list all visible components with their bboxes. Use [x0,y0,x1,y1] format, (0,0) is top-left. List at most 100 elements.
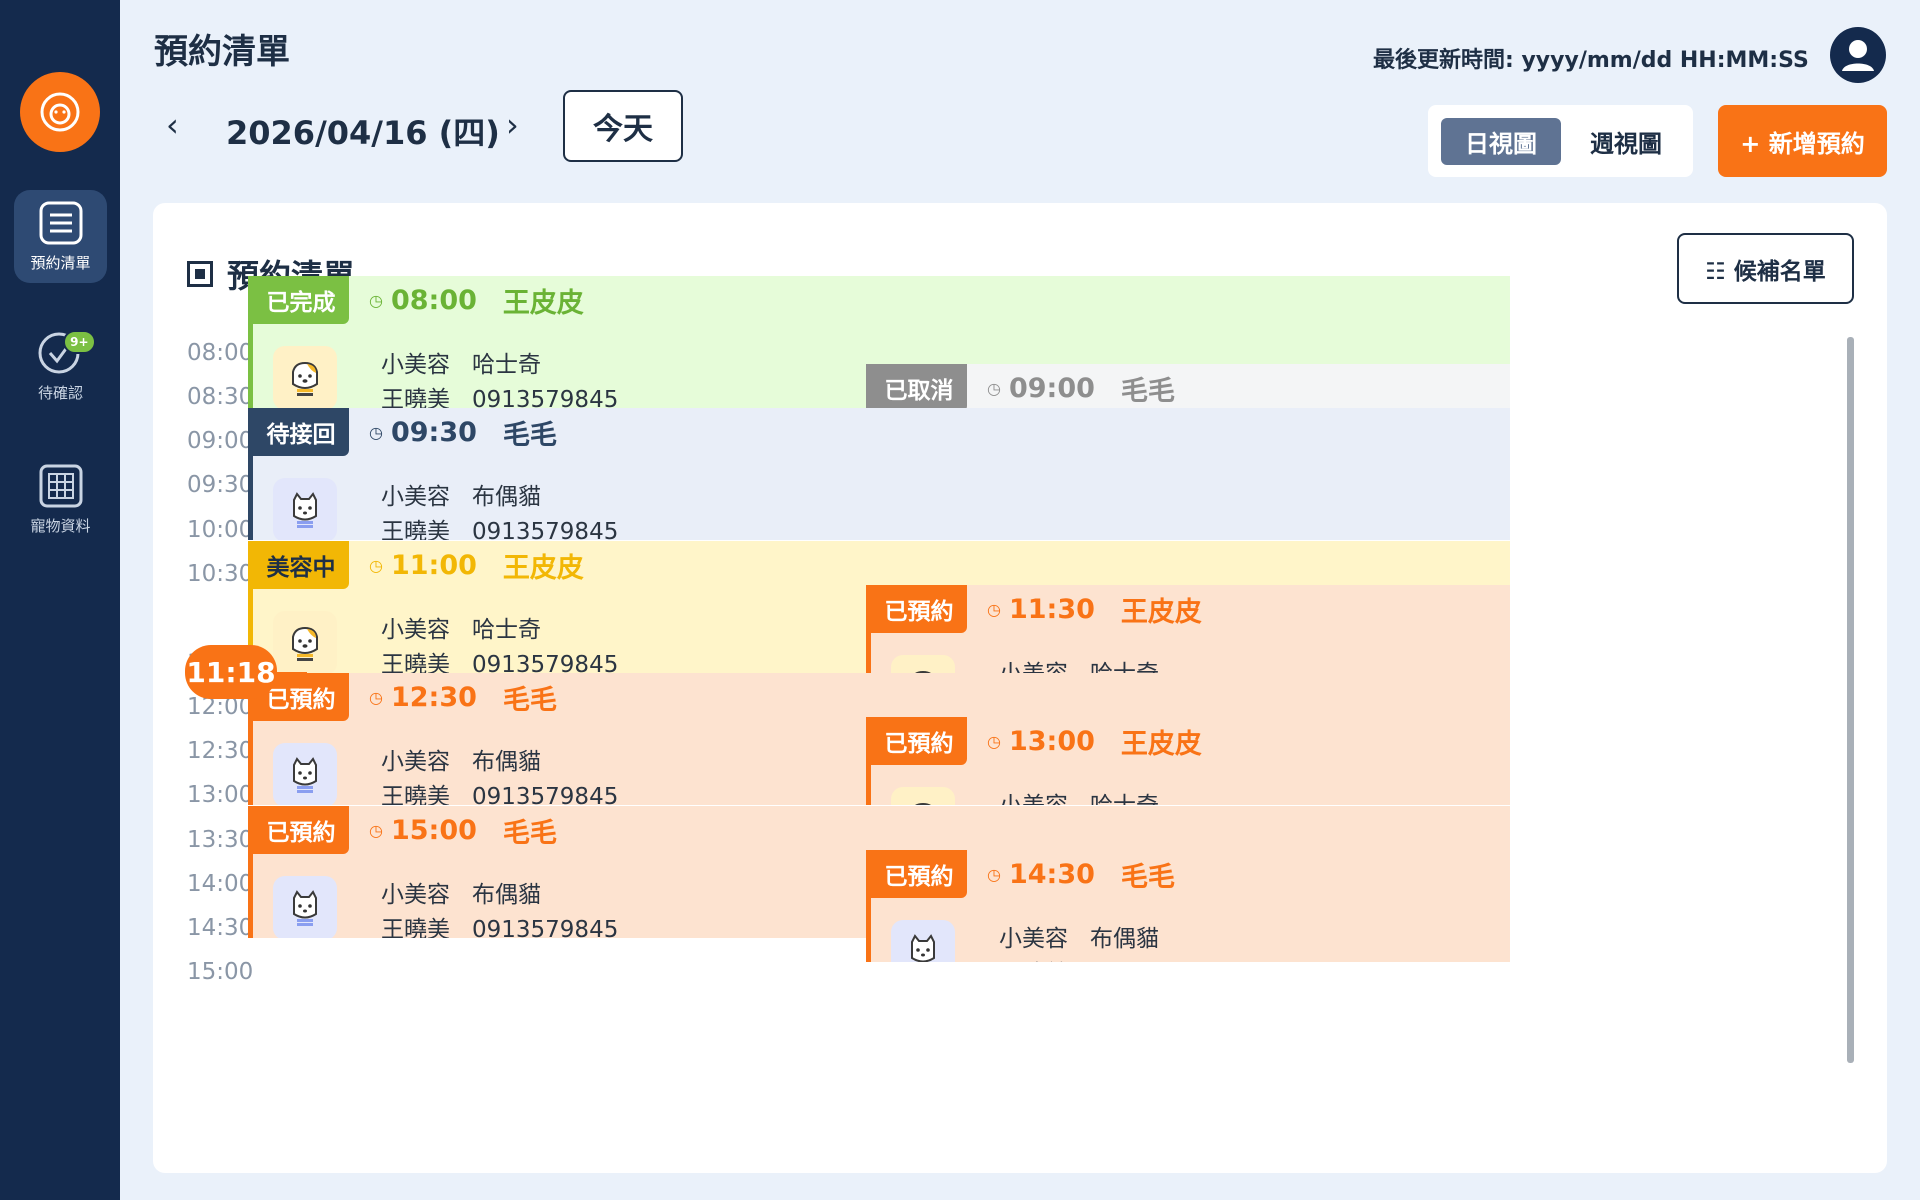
time-label: 10:00 [187,517,254,543]
time-label: 13:00 [187,782,254,808]
owner-phone: 0913579845 [472,387,619,408]
owner-name: 王曉美 [381,917,450,938]
appointment-info: 小美容哈士奇 王曉美0913579845 [381,613,640,673]
pet-name: 毛毛 [502,817,557,849]
appointment-time: 13:00 [1008,725,1095,757]
sidebar-item-label: 寵物資料 [30,517,91,535]
owner-phone: 0913579845 [472,784,619,805]
dog-icon [273,611,337,673]
add-appointment-button[interactable]: + 新增預約 [1718,105,1887,177]
pet-name: 王皮皮 [1120,728,1202,760]
owner-phone: 0913579845 [1090,957,1236,962]
appointment-info: 小美容布偶貓 王曉美 0913579845 [381,480,640,540]
time-label: 13:30 [187,827,254,853]
appointment-header: ◷ 12:30 毛毛 [369,673,557,721]
time-label: 12:30 [187,738,254,764]
week-view-button[interactable]: 週視圖 [1571,118,1681,165]
today-button[interactable]: 今天 [563,90,683,162]
owner-phone: 0913579845 [472,917,619,938]
time-label: 08:30 [187,384,254,410]
time-label: 08:00 [187,340,254,366]
appointment-header: ◷ 09:00 毛毛 [987,364,1175,412]
time-label: 10:30 [187,561,254,587]
status-badge: 已取消 [871,364,967,412]
user-avatar[interactable] [1830,27,1886,83]
grid-icon [38,463,84,509]
appointment-time: 14:30 [1008,858,1095,890]
cat-icon [273,743,337,805]
status-badge: 已預約 [871,717,967,765]
clock-icon: ◷ [369,422,383,442]
waitlist-button[interactable]: ☷ 候補名單 [1677,233,1854,304]
appointment-info: 小美容布偶貓 王曉美 0913579845 [381,745,640,805]
schedule-card: 預約清單 ☷ 候補名單 08:0008:3009:0009:3010:0010:… [153,203,1887,1173]
scrollbar[interactable] [1847,337,1854,1063]
sidebar-item-label: 預約清單 [30,254,91,272]
service-name: 小美容 [381,484,450,510]
owner-phone: 0913579845 [472,519,619,540]
status-badge: 已預約 [253,806,349,854]
current-time-indicator: 11:18 [185,645,277,699]
prev-date-button[interactable]: ‹ [166,106,179,144]
appointment-block[interactable]: 已預約 ◷ 14:30 毛毛 小美容布偶貓 王曉美 0913579845 [866,850,1510,962]
user-icon [1842,40,1874,71]
pet-breed: 哈士奇 [1090,789,1159,805]
clock-icon: ◷ [369,820,383,840]
sidebar-item-appointments[interactable]: 預約清單 [14,190,107,283]
pet-name: 毛毛 [502,419,557,451]
dog-icon [891,787,955,805]
clock-icon: ◷ [987,378,1001,398]
service-name: 小美容 [381,749,450,775]
time-label: 14:00 [187,871,254,897]
sidebar-item-pending[interactable]: 9+ 待確認 [14,320,107,413]
service-name: 小美容 [999,926,1068,952]
time-label: 15:00 [187,959,254,985]
pet-name: 毛毛 [1120,861,1175,893]
appointment-header: ◷ 15:00 毛毛 [369,806,557,854]
appointment-header: ◷ 08:00 王皮皮 [369,276,584,324]
status-badge: 已預約 [871,850,967,898]
appointment-block[interactable]: 已預約 ◷ 13:00 王皮皮 小美容哈士奇 王曉美0913579845 [866,717,1510,805]
appointment-header: ◷ 11:30 王皮皮 [987,585,1202,633]
appointment-info: 小美容哈士奇 王曉美0913579845 [999,789,1258,805]
clock-icon: ◷ [987,864,1001,884]
cat-icon [273,478,337,540]
clock-icon: ◷ [369,555,383,575]
owner-name: 王曉美 [381,652,450,673]
sidebar-item-pets[interactable]: 寵物資料 [14,453,107,546]
appointment-time: 08:00 [390,284,477,316]
appointment-time: 09:00 [1008,372,1095,404]
status-badge: 已完成 [253,276,349,324]
owner-phone: 0913579845 [472,652,619,673]
owner-name: 王曉美 [381,784,450,805]
view-toggle: 日視圖 週視圖 [1428,105,1693,177]
app-logo[interactable] [20,72,100,152]
pet-name: 王皮皮 [502,287,584,319]
clock-icon: ◷ [987,599,1001,619]
list-icon [38,200,84,246]
clock-icon: ◷ [369,290,383,310]
pet-breed: 布偶貓 [1090,926,1159,952]
pet-breed: 布偶貓 [472,882,541,908]
time-label: 09:00 [187,428,254,454]
day-view-button[interactable]: 日視圖 [1441,118,1561,165]
square-icon [187,261,213,287]
status-badge: 美容中 [253,541,349,589]
pet-name: 毛毛 [502,684,557,716]
sidebar-item-label: 待確認 [37,384,83,402]
clock-icon: ◷ [987,731,1001,751]
appointment-block[interactable]: 待接回 ◷ 09:30 毛毛 小美容 布偶貓 王曉美 0913579845 [248,408,1510,540]
cat-icon [273,876,337,938]
appointment-header: ◷ 09:30 毛毛 [369,408,557,456]
clock-icon: ◷ [369,687,383,707]
time-label: 09:30 [187,472,254,498]
service-name: 小美容 [381,352,450,378]
appointment-time: 09:30 [390,416,477,448]
pending-count-badge: 9+ [63,330,96,354]
sidebar: 預約清單 9+ 待確認 寵物資料 [0,0,120,1200]
appointment-header: ◷ 11:00 王皮皮 [369,541,584,589]
appointment-header: ◷ 13:00 王皮皮 [987,717,1202,765]
owner-name: 王曉美 [381,387,450,408]
status-badge: 已預約 [871,585,967,633]
next-date-button[interactable]: › [506,106,519,144]
